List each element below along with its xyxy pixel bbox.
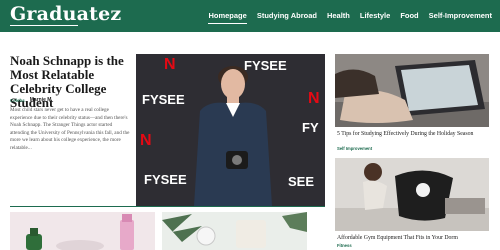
side-card-image-study[interactable] [335,54,489,127]
section-divider [10,206,325,207]
laptop-study-illustration [335,54,489,127]
bottom-card-image-beauty[interactable] [10,212,155,250]
side-card-category[interactable]: Self Improvement [337,146,372,151]
holiday-decor-illustration [162,212,307,250]
side-card-title[interactable]: 5 Tips for Studying Effectively During t… [337,130,487,138]
bottom-card-image-holiday[interactable] [162,212,307,250]
nav-item-health[interactable]: Health [327,11,350,24]
backdrop-logo-n: N [308,90,320,107]
backdrop-logo-n: N [140,132,152,149]
person-illustration [194,66,272,206]
main-nav: Homepage Studying Abroad Health Lifestyl… [208,11,492,24]
nav-item-self-improvement[interactable]: Self-Improvement [429,11,492,24]
nav-item-homepage[interactable]: Homepage [208,11,247,24]
gym-illustration [335,158,489,231]
nav-item-food[interactable]: Food [400,11,418,24]
hero-article-meta: Celebs Marnie M [10,97,51,103]
backdrop-text-fysee: FYSEE [142,92,185,107]
hero-author[interactable]: Marnie M [30,97,52,103]
hero-category-tag[interactable]: Celebs [10,98,25,103]
side-card-title[interactable]: Affordable Gym Equipment That Fits in Yo… [337,235,487,241]
backdrop-text-fy: FY [302,120,319,135]
top-navbar: Graduatez Homepage Studying Abroad Healt… [0,0,500,32]
backdrop-text-fysee: FYSEE [144,172,187,187]
beauty-products-illustration [10,212,155,250]
nav-item-lifestyle[interactable]: Lifestyle [360,11,390,24]
hero-article-excerpt: Most child stars never get to have a rea… [10,107,130,151]
side-card-category[interactable]: Fitness [337,243,352,248]
backdrop-logo-n: N [164,56,176,73]
side-card-image-gym[interactable] [335,158,489,231]
nav-item-studying-abroad[interactable]: Studying Abroad [257,11,317,24]
hero-article-image[interactable]: N FYSEE FYSEE N N FY FYSEE N SEE [136,54,325,206]
logo-underline [10,25,78,26]
site-logo[interactable]: Graduatez [10,3,121,25]
backdrop-text-see: SEE [288,174,315,189]
